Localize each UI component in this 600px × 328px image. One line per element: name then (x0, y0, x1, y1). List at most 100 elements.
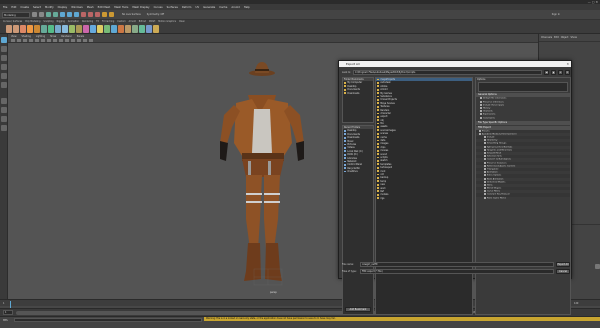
list-view-icon[interactable]: ≡ (565, 70, 570, 75)
isolate-select-icon[interactable] (83, 38, 87, 42)
shelf-tool-icon[interactable] (153, 24, 159, 33)
rotate-tool-icon[interactable] (1, 73, 7, 79)
add-bookmark-button[interactable]: Add Bookmark (345, 307, 371, 312)
shelf-tool-icon[interactable] (111, 24, 117, 33)
path-field[interactable]: C:\Program Files\Autodesk\Maya2018\Pytho… (353, 70, 542, 75)
menu-item[interactable]: Edit Mesh (98, 6, 111, 9)
shelf-tab[interactable]: Rigging (57, 20, 65, 24)
checkbox-icon[interactable] (480, 100, 482, 103)
checkbox-icon[interactable] (484, 180, 486, 183)
shelf-tool-icon[interactable] (41, 24, 47, 33)
shelf-tool-icon[interactable] (139, 24, 145, 33)
checkbox-icon[interactable] (484, 161, 486, 164)
shelf-tab[interactable]: FX Caching (102, 20, 114, 24)
shelf-tab[interactable]: XGen (179, 20, 185, 24)
checkbox-icon[interactable] (480, 106, 482, 109)
checkbox-icon[interactable] (484, 136, 486, 139)
general-option[interactable]: Constraints (476, 116, 570, 120)
four-view-layout-icon[interactable] (1, 107, 7, 113)
checkbox-icon[interactable] (479, 132, 481, 135)
single-layout-icon[interactable] (1, 98, 7, 104)
symmetry-label[interactable]: Symmetry: Off (147, 13, 164, 16)
wireframe-icon[interactable] (53, 38, 57, 42)
shelf-tool-icon[interactable] (55, 24, 61, 33)
checkbox-icon[interactable] (480, 110, 482, 113)
checkbox-icon[interactable] (484, 177, 486, 180)
checkbox-icon[interactable] (480, 103, 482, 106)
checkbox-icon[interactable] (484, 155, 486, 158)
checkbox-icon[interactable] (484, 145, 486, 148)
select-hierarchy-icon[interactable] (60, 12, 65, 17)
file-row[interactable]: rigs (376, 197, 472, 200)
checkbox-icon[interactable] (484, 142, 486, 145)
smooth-shade-icon[interactable] (59, 38, 63, 42)
camera-icon[interactable] (11, 38, 15, 42)
menu-item[interactable]: Windows (71, 6, 83, 9)
save-scene-icon[interactable] (39, 12, 44, 17)
snap-point-icon[interactable] (95, 12, 100, 17)
menu-item[interactable]: UV (195, 6, 199, 9)
shelf-tab[interactable]: FX (96, 20, 99, 24)
layer-add-icon[interactable] (595, 264, 600, 269)
shelf-tool-icon[interactable] (13, 24, 19, 33)
checkbox-icon[interactable] (484, 190, 486, 193)
menu-item[interactable]: Cache (219, 6, 227, 9)
sign-in-label[interactable]: Sign In (552, 13, 560, 16)
menu-item[interactable]: Display (58, 6, 68, 9)
checkbox-icon[interactable] (484, 174, 486, 177)
shelf-tool-icon[interactable] (6, 24, 12, 33)
menu-item[interactable]: Mesh (87, 6, 94, 9)
shelf-tab[interactable]: Rendering (82, 20, 93, 24)
menu-item[interactable]: File (3, 6, 7, 9)
checkbox-icon[interactable] (484, 196, 486, 199)
checkbox-icon[interactable] (484, 152, 486, 155)
checkbox-icon[interactable] (480, 116, 482, 119)
textured-icon[interactable] (65, 38, 69, 42)
menu-item[interactable]: Curves (154, 6, 163, 9)
menu-item[interactable]: Mesh Tools (114, 6, 128, 9)
channel-box-tab[interactable]: Object (561, 36, 569, 39)
bookmark-item[interactable]: Downloads (343, 92, 373, 95)
shelf-tool-icon[interactable] (132, 24, 138, 33)
checkbox-icon[interactable] (480, 113, 482, 116)
channel-box-tab[interactable]: Edit (554, 36, 559, 39)
snap-curve-icon[interactable] (88, 12, 93, 17)
shelf-tool-icon[interactable] (83, 24, 89, 33)
checkbox-icon[interactable] (484, 139, 486, 142)
menu-item[interactable]: Mesh Display (132, 6, 149, 9)
shelf-tool-icon[interactable] (90, 24, 96, 33)
fbx-option[interactable]: Point Cache File(s) (476, 196, 570, 200)
back-icon[interactable]: ◀ (544, 70, 549, 75)
ipr-render-icon[interactable] (109, 12, 114, 17)
export-button[interactable]: Export All (556, 262, 570, 267)
checkbox-icon[interactable] (479, 129, 481, 132)
close-icon[interactable]: ✕ (566, 61, 569, 67)
lasso-tool-icon[interactable] (1, 46, 7, 52)
menu-item[interactable]: Surfaces (167, 6, 178, 9)
film-gate-icon[interactable] (41, 38, 45, 42)
menu-item[interactable]: Help (244, 6, 250, 9)
current-time-marker[interactable] (10, 301, 11, 308)
file-name-input[interactable]: cowgirl_outfit (360, 262, 554, 267)
shelf-tool-icon[interactable] (62, 24, 68, 33)
menu-set-dropdown[interactable]: Modeling (2, 11, 30, 18)
outliner-layout-icon[interactable] (1, 125, 7, 131)
up-folder-icon[interactable]: ▲ (551, 70, 556, 75)
undo-icon[interactable] (46, 12, 51, 17)
checkbox-icon[interactable] (484, 148, 486, 151)
scale-tool-icon[interactable] (1, 82, 7, 88)
channel-box-tab[interactable]: Channels (541, 36, 552, 39)
checkbox-icon[interactable] (480, 97, 482, 100)
menu-item[interactable]: Select (33, 6, 41, 9)
menu-item[interactable]: Modify (45, 6, 54, 9)
cancel-button[interactable]: Cancel (556, 269, 570, 274)
move-tool-icon[interactable] (1, 64, 7, 70)
shelf-tab[interactable]: Custom (117, 20, 125, 24)
shadows-icon[interactable] (77, 38, 81, 42)
channel-box-tab[interactable]: Show (571, 36, 577, 39)
image-plane-icon[interactable] (29, 38, 33, 42)
shelf-tab[interactable]: Sculpting (43, 20, 53, 24)
folder-item[interactable]: OneDrive (343, 170, 373, 173)
file-type-select[interactable]: FBX export (*.fbx) (360, 269, 554, 274)
shelf-tool-icon[interactable] (20, 24, 26, 33)
